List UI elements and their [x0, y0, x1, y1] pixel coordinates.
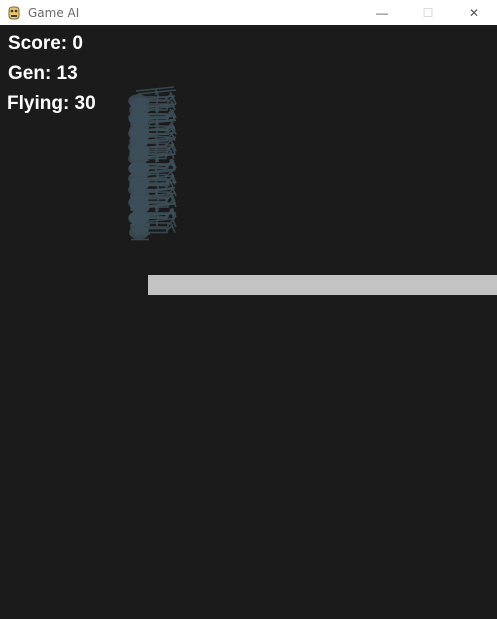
window-controls: — ☐ ✕ — [359, 0, 497, 25]
maximize-button[interactable]: ☐ — [405, 0, 451, 25]
app-icon — [6, 5, 22, 21]
minimize-icon: — — [376, 5, 388, 20]
minimize-button[interactable]: — — [359, 0, 405, 25]
close-button[interactable]: ✕ — [451, 0, 497, 25]
helicopter-flock — [128, 86, 177, 241]
window-title: Game AI — [28, 5, 80, 20]
title-bar[interactable]: Game AI — ☐ ✕ — [0, 0, 497, 25]
maximize-icon: ☐ — [422, 5, 434, 20]
close-icon: ✕ — [468, 5, 480, 20]
game-canvas[interactable]: Score: 0 Gen: 13 Flying: 30 — [0, 25, 497, 619]
game-window: Game AI — ☐ ✕ Score: 0 Gen: 13 Flying: 3… — [0, 0, 497, 619]
